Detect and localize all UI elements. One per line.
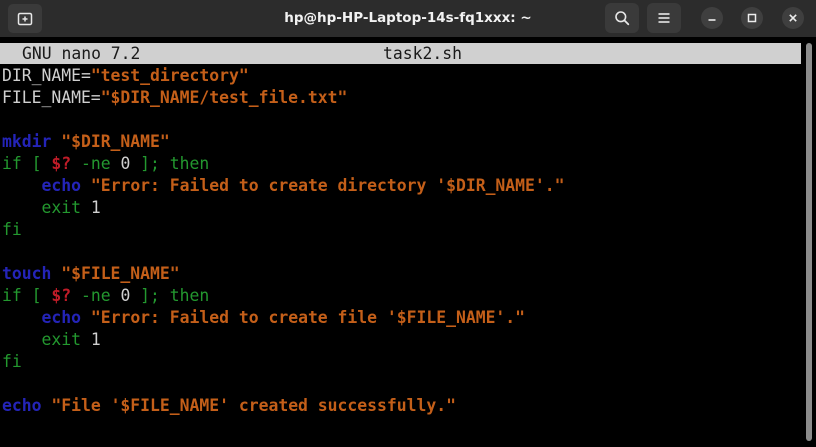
nano-header-bar: GNU nano 7.2 task2.sh [0,43,801,64]
code-line: mkdir "$DIR_NAME" [2,131,802,153]
code-token: ]; then [130,286,210,305]
code-line: echo "Error: Failed to create directory … [2,175,802,197]
code-token: echo [2,396,42,415]
code-token: "$DIR_NAME" [61,132,170,151]
scrollbar-thumb[interactable] [806,43,812,441]
nano-filename: task2.sh [383,44,462,63]
code-token: $? [51,286,72,305]
code-token: 1 [80,198,101,217]
code-token: fi [2,220,22,239]
editor-buffer[interactable]: DIR_NAME="test_directory" FILE_NAME="$DIR… [2,65,802,417]
new-tab-icon [17,12,33,25]
code-token: 0 [120,286,131,305]
code-token: fi [2,352,22,371]
close-button[interactable] [782,7,804,29]
minimize-icon [708,19,716,21]
window-titlebar: hp@hp-HP-Laptop-14s-fq1xxx: ~ [0,0,816,37]
new-tab-button[interactable] [8,4,42,33]
code-line: if [ $? -ne 0 ]; then [2,153,802,175]
code-token: echo [41,308,81,327]
code-token: "Error: Failed to create directory '$DIR… [90,176,565,195]
terminal-area[interactable]: GNU nano 7.2 task2.sh DIR_NAME="test_dir… [0,37,816,447]
code-token: "File '$FILE_NAME' created successfully.… [51,396,456,415]
code-token: "$DIR_NAME/test_file.txt" [100,88,348,107]
code-line: DIR_NAME="test_directory" [2,65,802,87]
code-token: "test_directory" [90,66,249,85]
code-line: if [ $? -ne 0 ]; then [2,285,802,307]
search-button[interactable] [605,3,639,33]
code-token: "$FILE_NAME" [61,264,180,283]
code-token: ]; then [130,154,210,173]
code-token: FILE_NAME= [2,88,101,107]
code-token: mkdir [2,132,52,151]
code-line: fi [2,219,802,241]
close-icon [789,14,797,22]
code-line: exit 1 [2,329,802,351]
code-token: echo [41,176,81,195]
window-title: hp@hp-HP-Laptop-14s-fq1xxx: ~ [284,10,532,26]
code-token: -ne [71,154,121,173]
search-icon [615,11,630,26]
menu-button[interactable] [647,3,681,33]
code-token: $? [51,154,72,173]
code-line: echo "File '$FILE_NAME' created successf… [2,395,802,417]
code-token: touch [2,264,52,283]
code-token: 1 [80,330,101,349]
code-line: FILE_NAME="$DIR_NAME/test_file.txt" [2,87,802,109]
hamburger-menu-icon [658,13,670,23]
code-line: echo "Error: Failed to create file '$FIL… [2,307,802,329]
minimize-button[interactable] [701,7,723,29]
maximize-icon [747,13,757,23]
code-line: fi [2,351,802,373]
code-line: exit 1 [2,197,802,219]
code-line: touch "$FILE_NAME" [2,263,802,285]
maximize-button[interactable] [741,7,763,29]
code-token: if [ [2,154,52,173]
nano-version: GNU nano 7.2 [22,44,141,63]
code-token: exit [41,330,81,349]
code-token: DIR_NAME= [2,66,91,85]
code-token: if [ [2,286,52,305]
code-token: 0 [120,154,131,173]
code-token: exit [41,198,81,217]
code-token: -ne [71,286,121,305]
code-token: "Error: Failed to create file '$FILE_NAM… [90,308,526,327]
